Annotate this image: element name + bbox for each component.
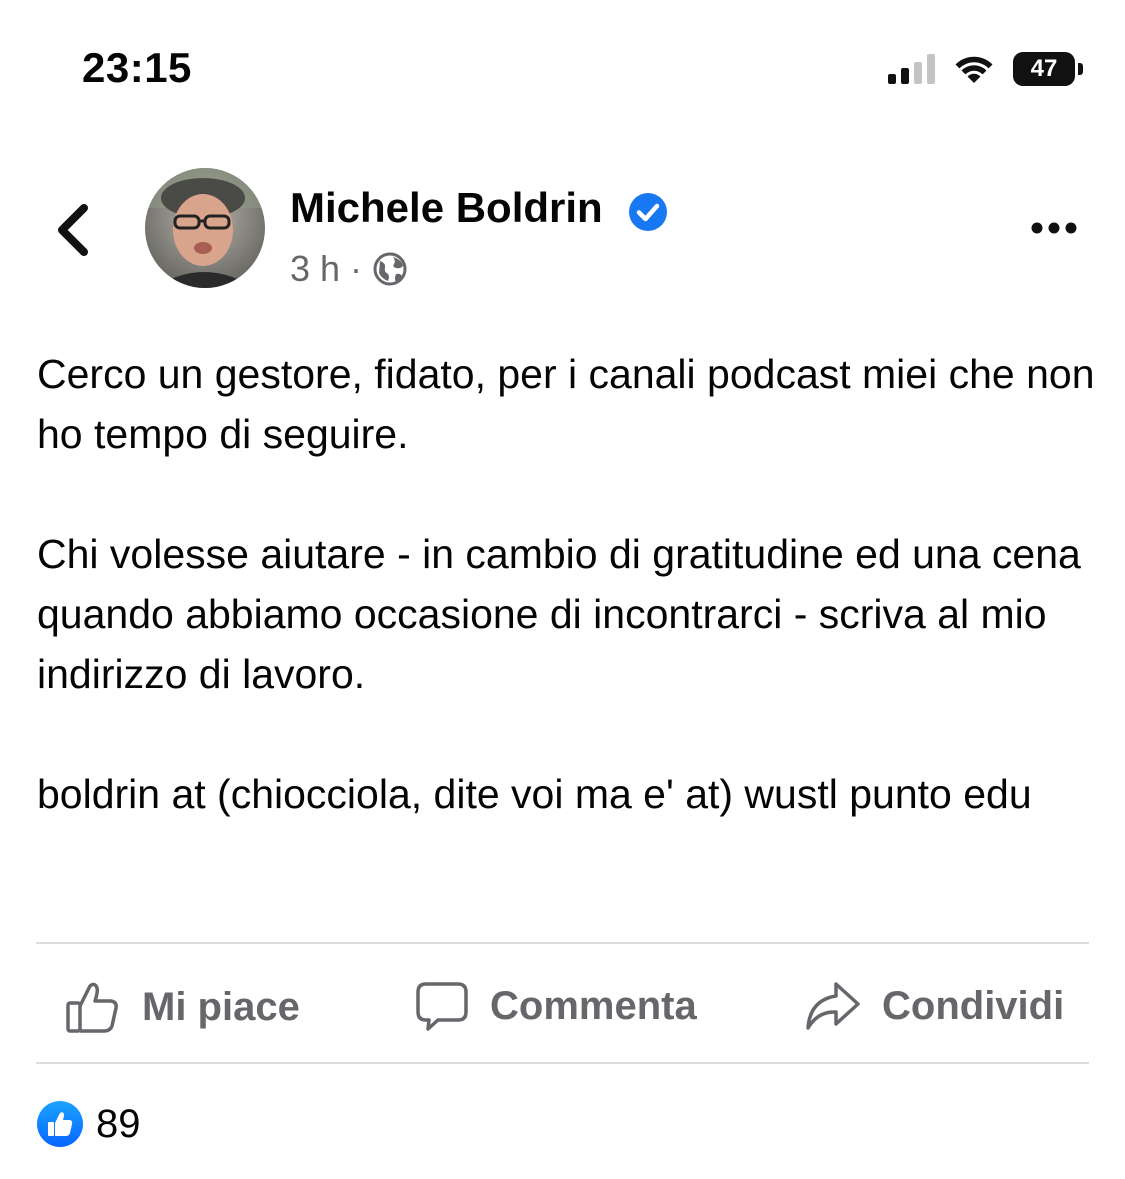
like-button[interactable]: Mi piace bbox=[64, 978, 300, 1036]
verified-badge-icon bbox=[629, 193, 667, 231]
avatar[interactable] bbox=[145, 168, 265, 288]
post-paragraph-3: boldrin at (chiocciola, dite voi ma e' a… bbox=[37, 771, 1032, 817]
action-bar: Mi piace Commenta Condividi bbox=[36, 944, 1089, 1062]
more-options-button[interactable] bbox=[1029, 215, 1079, 241]
meta-separator: · bbox=[350, 248, 363, 289]
share-arrow-icon bbox=[806, 982, 860, 1030]
chevron-left-icon bbox=[58, 204, 88, 256]
battery-icon: 47 bbox=[1013, 52, 1083, 86]
post-text: Cerco un gestore, fidato, per i canali p… bbox=[37, 344, 1097, 824]
battery-level: 47 bbox=[1013, 52, 1075, 86]
share-button[interactable]: Condividi bbox=[804, 978, 1064, 1034]
reactions-summary[interactable]: 89 bbox=[36, 1100, 141, 1148]
more-dots-icon bbox=[1031, 222, 1077, 234]
author-name[interactable]: Michele Boldrin bbox=[290, 184, 603, 232]
post-meta: 3 h · bbox=[290, 248, 408, 290]
post-time[interactable]: 3 h bbox=[290, 248, 340, 290]
globe-icon bbox=[373, 252, 407, 286]
back-button[interactable] bbox=[50, 200, 94, 260]
reaction-count: 89 bbox=[96, 1101, 141, 1146]
like-reaction-icon bbox=[37, 1101, 83, 1147]
divider-bottom bbox=[36, 1062, 1089, 1064]
wifi-icon bbox=[955, 56, 993, 83]
post-paragraph-1: Cerco un gestore, fidato, per i canali p… bbox=[37, 351, 1095, 457]
comment-label: Commenta bbox=[490, 983, 697, 1028]
comment-button[interactable]: Commenta bbox=[414, 978, 697, 1034]
share-label: Condividi bbox=[882, 983, 1065, 1028]
cellular-signal-icon bbox=[888, 54, 935, 84]
status-icons: 47 bbox=[888, 52, 1083, 86]
post-paragraph-2: Chi volesse aiutare - in cambio di grati… bbox=[37, 531, 1081, 697]
status-time: 23:15 bbox=[82, 44, 192, 91]
comment-bubble-icon bbox=[416, 982, 468, 1031]
thumbs-up-icon bbox=[66, 982, 118, 1033]
like-label: Mi piace bbox=[142, 984, 300, 1029]
